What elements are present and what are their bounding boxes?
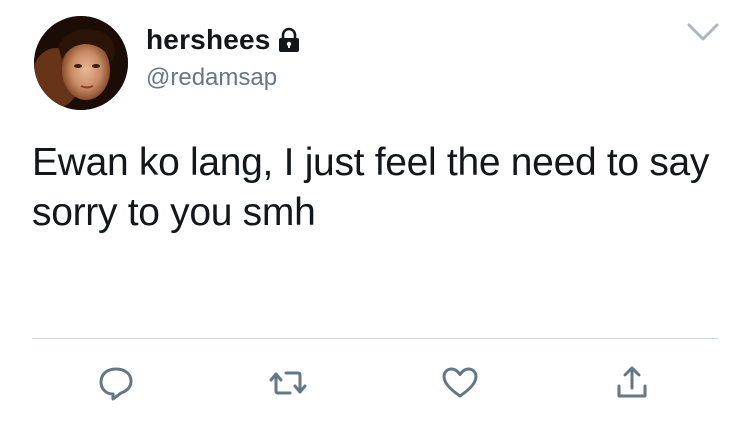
lock-icon — [277, 27, 301, 53]
like-button[interactable] — [440, 364, 480, 402]
reply-button[interactable] — [96, 364, 136, 402]
avatar-photo — [34, 16, 128, 110]
heart-icon — [442, 367, 478, 398]
retweet-icon — [269, 371, 307, 395]
tweet-card: hershees @redamsap Ewan ko lang, I just … — [0, 0, 750, 423]
retweet-button[interactable] — [268, 364, 308, 402]
avatar[interactable] — [34, 16, 128, 110]
chevron-down-icon[interactable] — [686, 20, 720, 44]
reply-icon — [99, 367, 133, 401]
user-handle[interactable]: @redamsap — [146, 64, 277, 92]
display-name[interactable]: hershees — [146, 24, 271, 56]
tweet-text: Ewan ko lang, I just feel the need to sa… — [32, 141, 710, 234]
display-name-row: hershees — [146, 22, 301, 58]
divider — [32, 338, 718, 339]
share-button[interactable] — [612, 364, 652, 402]
share-icon — [617, 366, 647, 398]
